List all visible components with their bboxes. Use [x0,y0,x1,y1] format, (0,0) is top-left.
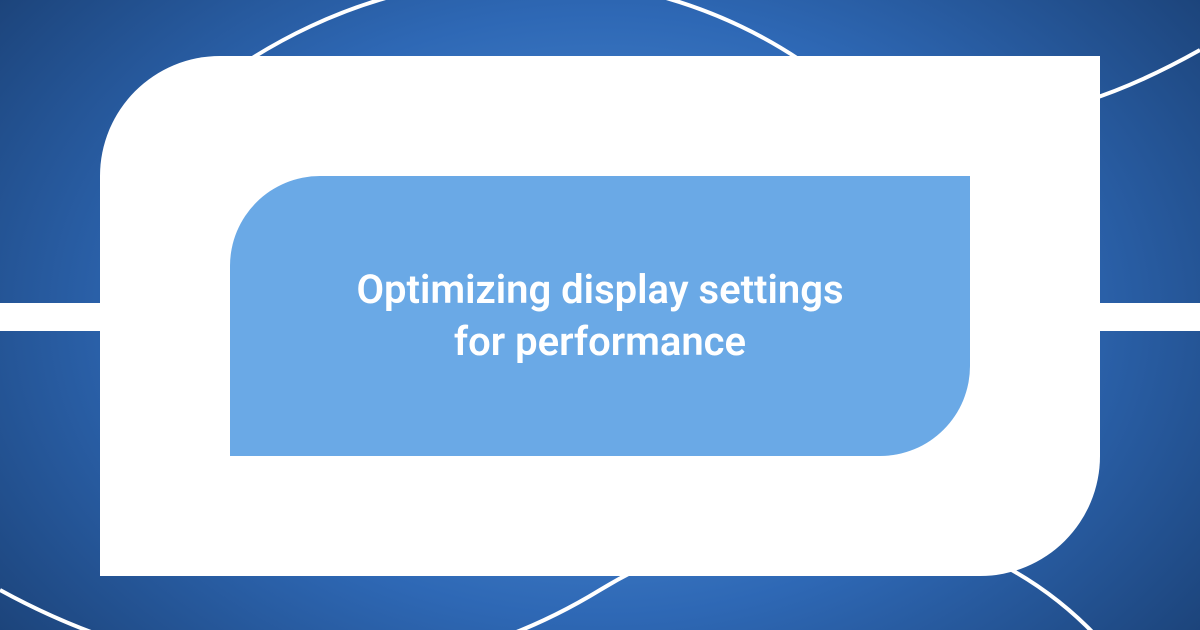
card-title: Optimizing display settings for performa… [356,264,843,368]
inner-card: Optimizing display settings for performa… [230,176,970,456]
